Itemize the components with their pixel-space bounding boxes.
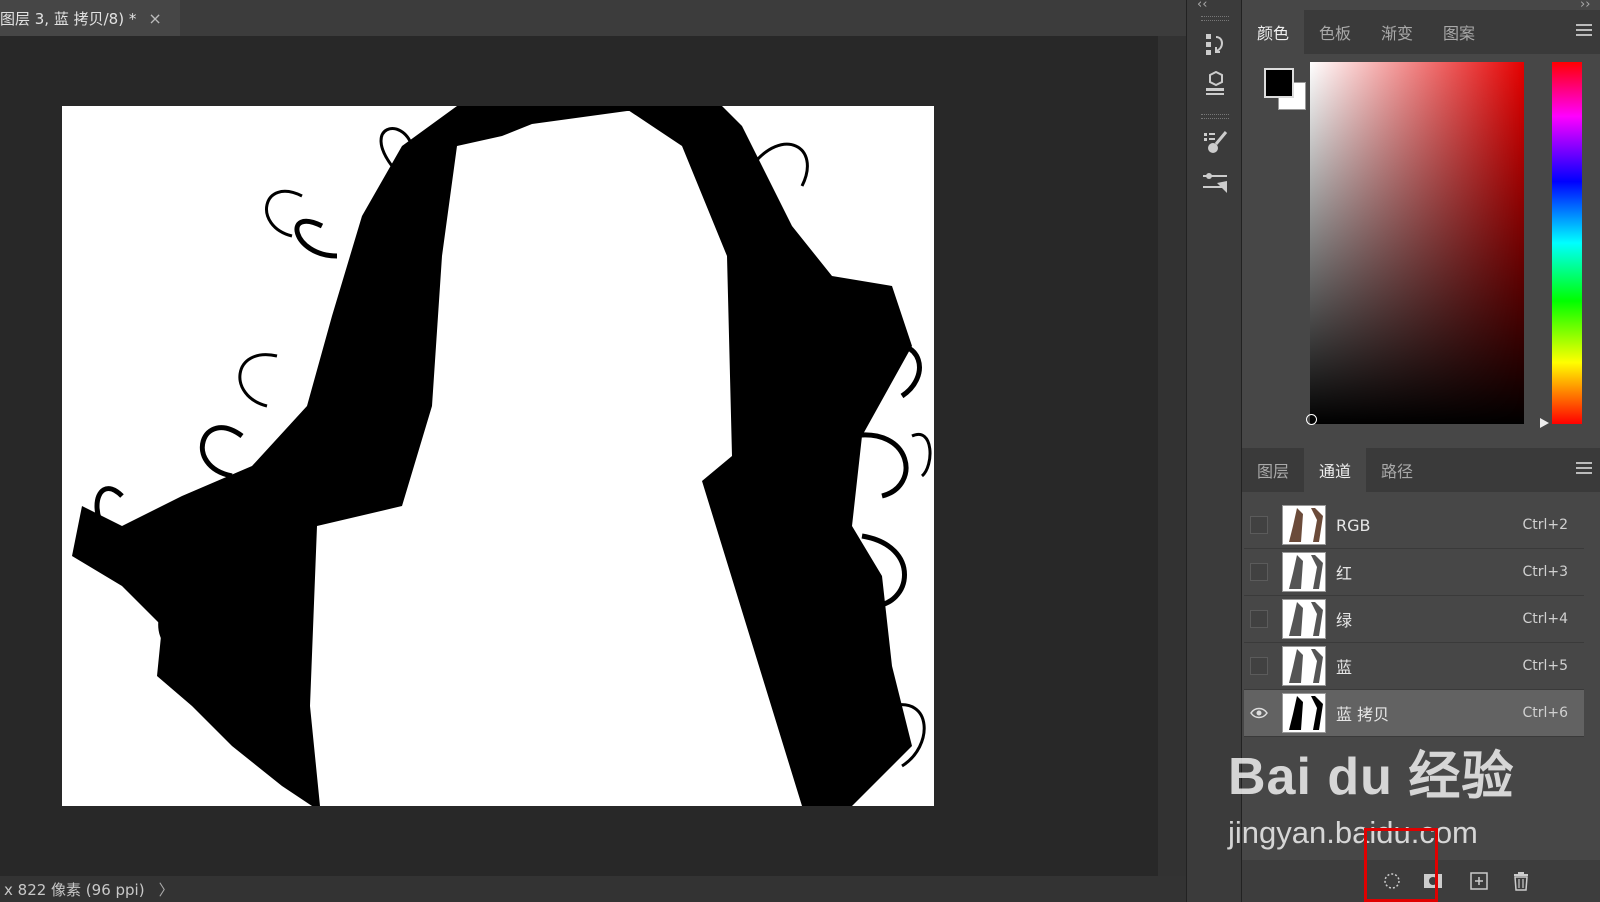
channel-thumbnail: [1282, 646, 1326, 686]
tab-color[interactable]: 颜色: [1242, 10, 1305, 54]
adjustments-icon[interactable]: [1197, 164, 1233, 200]
channel-name: RGB: [1336, 515, 1371, 535]
color-panel-menu-icon[interactable]: [1576, 24, 1592, 38]
channel-thumbnail: [1282, 552, 1326, 592]
document-canvas[interactable]: [62, 106, 934, 806]
document-tab-title: 图层 3, 蓝 拷贝/8) *: [0, 9, 137, 28]
visibility-toggle[interactable]: [1250, 657, 1268, 675]
channel-name: 蓝 拷贝: [1336, 705, 1390, 724]
channels-panel-menu-icon[interactable]: [1576, 462, 1592, 476]
status-menu-arrow[interactable]: 〉: [159, 879, 174, 900]
channel-row-red[interactable]: 红 Ctrl+3: [1244, 549, 1584, 596]
document-size-readout: x 822 像素 (96 ppi): [4, 880, 145, 899]
new-channel-icon[interactable]: [1468, 870, 1490, 892]
collapse-left-icon[interactable]: ‹‹: [1197, 0, 1207, 12]
baidu-logo: Bai du 经验: [1228, 748, 1515, 806]
hue-slider[interactable]: [1552, 62, 1582, 424]
status-bar: x 822 像素 (96 ppi) 〉: [0, 876, 1186, 902]
visibility-toggle[interactable]: [1250, 563, 1268, 581]
tab-paths[interactable]: 路径: [1366, 448, 1428, 492]
3d-icon[interactable]: [1197, 66, 1233, 102]
channel-thumbnail: [1282, 599, 1326, 639]
panel-grip-2[interactable]: [1201, 114, 1229, 119]
tab-channels[interactable]: 通道: [1304, 448, 1367, 492]
hue-slider-handle[interactable]: [1540, 418, 1549, 428]
channel-shortcut: Ctrl+5: [1522, 658, 1568, 674]
visibility-toggle[interactable]: [1250, 516, 1268, 534]
brush-settings-icon[interactable]: [1197, 124, 1233, 160]
delete-channel-icon[interactable]: [1510, 870, 1532, 892]
tab-layers[interactable]: 图层: [1242, 448, 1304, 492]
tab-gradients[interactable]: 渐变: [1366, 10, 1428, 54]
channel-shortcut: Ctrl+6: [1522, 705, 1568, 721]
panel-grip[interactable]: [1201, 16, 1229, 21]
history-icon[interactable]: [1197, 26, 1233, 62]
document-tab-bar: 图层 3, 蓝 拷贝/8) * ×: [0, 0, 1186, 36]
channel-list: RGB Ctrl+2 红 Ctrl+3 绿 Ctrl+4 蓝 Ctrl+5 蓝 …: [1244, 502, 1584, 737]
foreground-color-swatch[interactable]: [1264, 68, 1294, 98]
tab-patterns[interactable]: 图案: [1428, 10, 1490, 54]
channel-shortcut: Ctrl+3: [1522, 564, 1568, 580]
document-tab[interactable]: 图层 3, 蓝 拷贝/8) * ×: [0, 0, 180, 36]
channels-panel-tabs: 图层 通道 路径: [1242, 448, 1600, 492]
canvas-scrollbar[interactable]: [1158, 36, 1186, 876]
channel-row-green[interactable]: 绿 Ctrl+4: [1244, 596, 1584, 643]
channel-shortcut: Ctrl+4: [1522, 611, 1568, 627]
channel-shortcut: Ctrl+2: [1522, 517, 1568, 533]
channel-name: 蓝: [1336, 658, 1353, 677]
channel-row-rgb[interactable]: RGB Ctrl+2: [1244, 502, 1584, 549]
channel-name: 绿: [1336, 611, 1353, 630]
channel-row-blue-copy[interactable]: 蓝 拷贝 Ctrl+6: [1244, 690, 1584, 737]
color-panel-tabs: 颜色 色板 渐变 图案: [1242, 10, 1600, 54]
channel-row-blue[interactable]: 蓝 Ctrl+5: [1244, 643, 1584, 690]
close-tab-button[interactable]: ×: [148, 9, 161, 28]
channel-silhouette-image: [72, 106, 932, 806]
color-picker-handle[interactable]: [1306, 414, 1317, 425]
tab-swatches[interactable]: 色板: [1304, 10, 1366, 54]
visibility-toggle[interactable]: [1250, 610, 1268, 628]
color-saturation-field[interactable]: [1310, 62, 1524, 424]
channel-thumbnail: [1282, 505, 1326, 545]
channel-thumbnail: [1282, 693, 1326, 733]
channel-name: 红: [1336, 564, 1353, 583]
highlight-annotation: [1364, 828, 1438, 902]
eye-icon[interactable]: [1250, 704, 1268, 722]
